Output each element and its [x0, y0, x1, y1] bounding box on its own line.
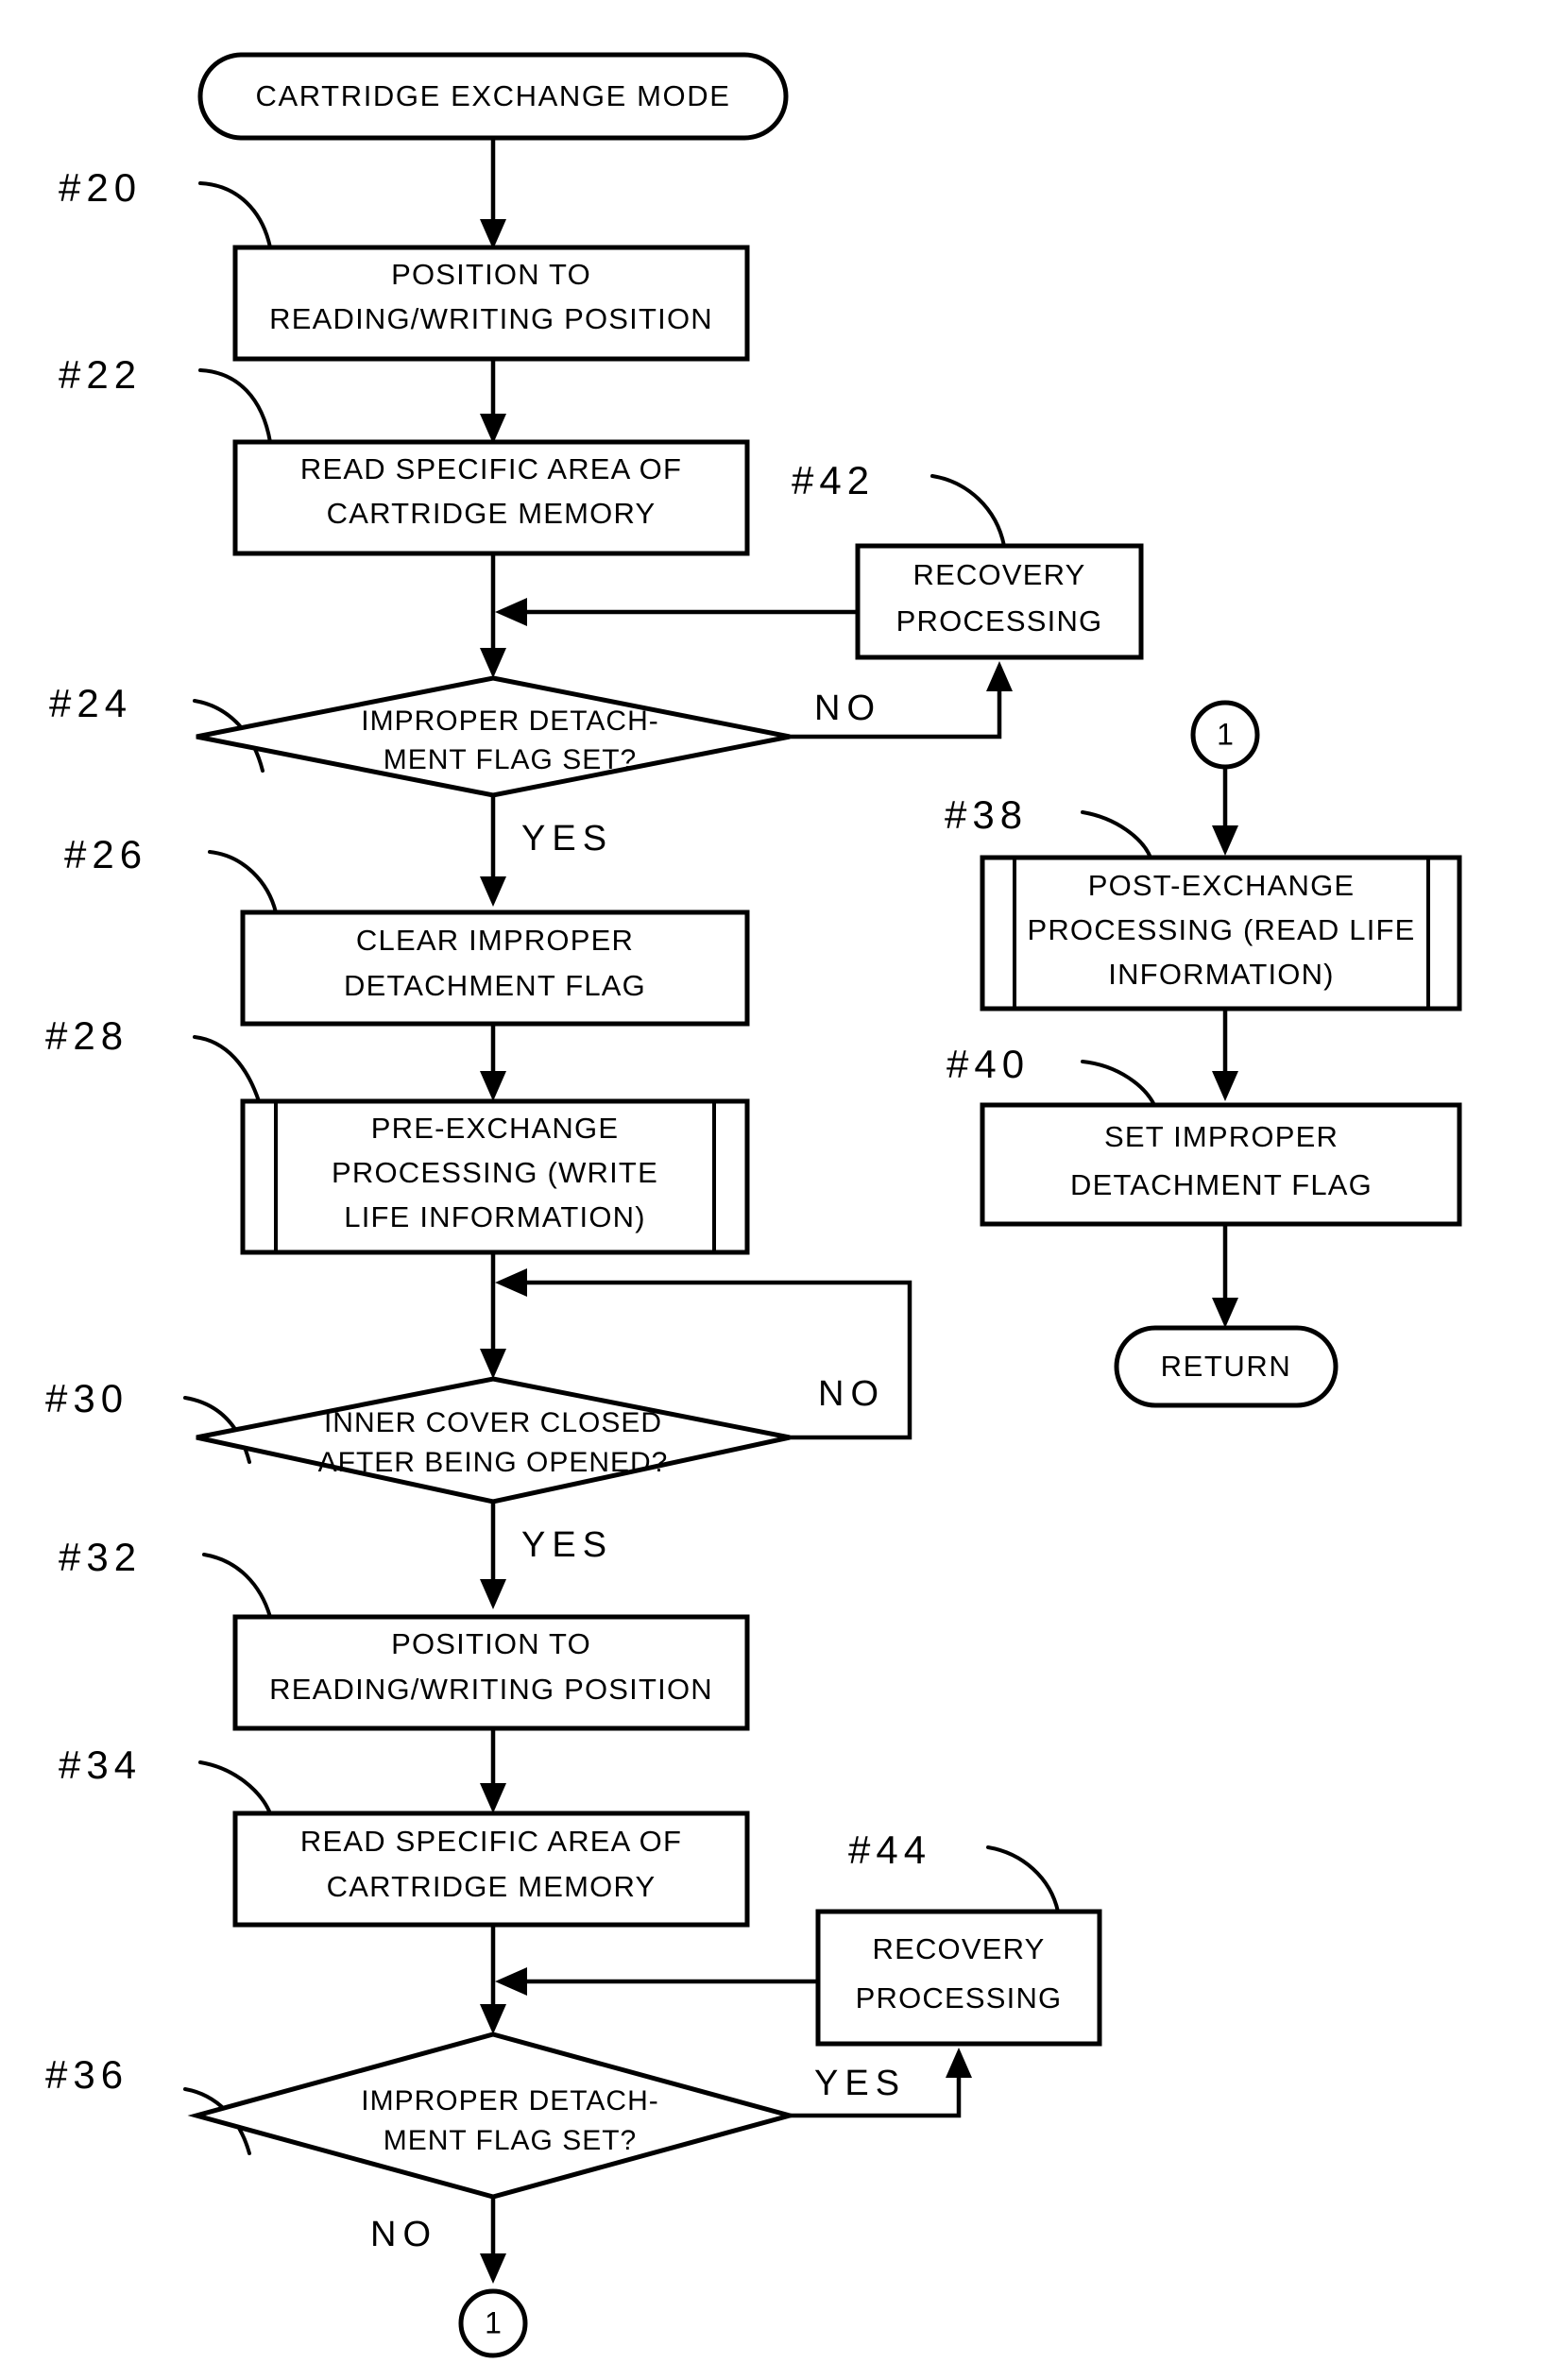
arrow-32-to-34: [480, 1728, 506, 1813]
predefined-process-box-28: PRE-EXCHANGE PROCESSING (WRITE LIFE INFO…: [240, 1098, 750, 1255]
decision-24-line1: IMPROPER DETACH-: [361, 706, 658, 737]
predefined-process-box-38-line1: POST-EXCHANGE: [1088, 869, 1356, 902]
process-box-34-line2: CARTRIDGE MEMORY: [327, 1870, 657, 1903]
process-box-44: RECOVERY PROCESSING: [815, 1909, 1102, 2047]
ref-label-36: #36: [45, 2052, 251, 2155]
arrow-24-yes-to-26: [480, 795, 506, 907]
process-box-42-line2: PROCESSING: [896, 604, 1103, 638]
ref-30-text: #30: [45, 1376, 128, 1420]
ref-24-text: #24: [49, 681, 132, 725]
process-box-34: READ SPECIFIC AREA OF CARTRIDGE MEMORY: [232, 1810, 750, 1928]
process-box-20-line2: READING/WRITING POSITION: [269, 302, 713, 335]
arrow-28-to-30: [480, 1252, 506, 1379]
process-box-20-line1: POSITION TO: [391, 258, 591, 291]
decision-36-line1: IMPROPER DETACH-: [361, 2085, 658, 2116]
branch-label-30-yes: YES: [521, 1525, 613, 1565]
process-box-40-line2: DETACHMENT FLAG: [1070, 1168, 1373, 1201]
predefined-process-box-28-line1: PRE-EXCHANGE: [371, 1112, 619, 1145]
terminal-start-label: CARTRIDGE EXCHANGE MODE: [255, 79, 730, 112]
decision-30-shape: [196, 1376, 791, 1504]
process-box-32-line2: READING/WRITING POSITION: [269, 1673, 713, 1706]
arrow-40-to-return: [1212, 1224, 1238, 1328]
ref-label-40: #40: [947, 1042, 1156, 1107]
decision-30-line2: AFTER BEING OPENED?: [318, 1447, 669, 1478]
process-box-22-line1: READ SPECIFIC AREA OF: [300, 452, 682, 485]
flowchart-diagram: CARTRIDGE EXCHANGE MODE #20 POSITION TO …: [0, 0, 1552, 2380]
ref-40-text: #40: [947, 1042, 1030, 1086]
decision-24: IMPROPER DETACH- MENT FLAG SET?: [196, 675, 791, 798]
process-box-44-shape: [815, 1909, 1102, 2047]
process-box-44-line2: PROCESSING: [856, 1981, 1063, 2014]
process-box-42-line1: RECOVERY: [912, 558, 1085, 591]
ref-44-text: #44: [848, 1828, 931, 1872]
terminal-return-label: RETURN: [1161, 1350, 1292, 1383]
branch-label-36-yes: YES: [814, 2064, 906, 2103]
predefined-process-box-38-line2: PROCESSING (READ LIFE: [1027, 913, 1415, 946]
ref-label-34: #34: [59, 1742, 272, 1815]
ref-label-38: #38: [945, 792, 1152, 859]
predefined-process-box-38: POST-EXCHANGE PROCESSING (READ LIFE INFO…: [980, 855, 1462, 1012]
predefined-process-box-28-line3: LIFE INFORMATION): [344, 1200, 646, 1233]
arrow-38-to-40: [1212, 1009, 1238, 1101]
decision-24-line2: MENT FLAG SET?: [384, 744, 638, 775]
process-box-34-line1: READ SPECIFIC AREA OF: [300, 1825, 682, 1858]
ref-28-text: #28: [45, 1013, 128, 1058]
ref-label-28: #28: [45, 1013, 261, 1103]
ref-label-44: #44: [848, 1828, 1060, 1913]
arrow-26-to-28: [480, 1024, 506, 1101]
process-box-26: CLEAR IMPROPER DETACHMENT FLAG: [240, 910, 750, 1027]
process-box-22-line2: CARTRIDGE MEMORY: [327, 497, 657, 530]
process-box-40: SET IMPROPER DETACHMENT FLAG: [980, 1102, 1462, 1227]
ref-36-text: #36: [45, 2052, 128, 2097]
ref-label-30: #30: [45, 1376, 251, 1464]
branch-label-24-yes: YES: [521, 819, 613, 858]
branch-label-30-no: NO: [818, 1374, 885, 1414]
ref-label-20: #20: [59, 165, 272, 249]
ref-20-text: #20: [59, 165, 142, 210]
ref-34-text: #34: [59, 1742, 142, 1787]
decision-30-line1: INNER COVER CLOSED: [324, 1407, 662, 1438]
off-page-connector-1-bottom-label: 1: [485, 2305, 502, 2339]
predefined-process-box-28-line2: PROCESSING (WRITE: [332, 1156, 658, 1189]
decision-30: INNER COVER CLOSED AFTER BEING OPENED?: [196, 1376, 791, 1504]
branch-label-24-no: NO: [814, 688, 881, 728]
arrow-30-yes-to-32: [480, 1502, 506, 1609]
arrow-36-no-to-connector: [480, 2197, 506, 2284]
ref-42-text: #42: [792, 458, 875, 502]
process-box-32-line1: POSITION TO: [391, 1627, 591, 1660]
arrow-start-to-20: [480, 138, 506, 249]
branch-label-36-no: NO: [370, 2215, 437, 2254]
process-box-22: READ SPECIFIC AREA OF CARTRIDGE MEMORY: [232, 439, 750, 556]
process-box-44-line1: RECOVERY: [872, 1932, 1045, 1965]
ref-label-22: #22: [59, 352, 272, 444]
process-box-26-line2: DETACHMENT FLAG: [344, 969, 646, 1002]
arrow-20-to-22: [480, 359, 506, 444]
off-page-connector-1-bottom: 1: [458, 2288, 528, 2358]
arrow-connector-to-38: [1212, 767, 1238, 856]
off-page-connector-1-top-label: 1: [1217, 717, 1234, 751]
process-box-20: POSITION TO READING/WRITING POSITION: [232, 245, 750, 362]
ref-26-text: #26: [64, 832, 147, 876]
predefined-process-box-38-line3: INFORMATION): [1108, 958, 1334, 991]
ref-38-text: #38: [945, 792, 1028, 837]
terminal-start: CARTRIDGE EXCHANGE MODE: [197, 52, 789, 141]
decision-24-shape: [196, 675, 791, 798]
ref-32-text: #32: [59, 1535, 142, 1579]
decision-36-line2: MENT FLAG SET?: [384, 2125, 638, 2156]
ref-label-32: #32: [59, 1535, 272, 1619]
ref-label-24: #24: [49, 681, 264, 773]
ref-22-text: #22: [59, 352, 142, 397]
flowchart-canvas: CARTRIDGE EXCHANGE MODE #20 POSITION TO …: [45, 52, 1462, 2358]
terminal-return: RETURN: [1114, 1325, 1339, 1408]
process-box-32: POSITION TO READING/WRITING POSITION: [232, 1614, 750, 1731]
decision-36: IMPROPER DETACH- MENT FLAG SET?: [187, 2032, 799, 2200]
ref-label-42: #42: [792, 458, 1006, 548]
arrow-22-to-24: [480, 553, 506, 678]
process-box-26-line1: CLEAR IMPROPER: [356, 924, 634, 957]
ref-label-26: #26: [64, 832, 278, 914]
off-page-connector-1-top: 1: [1190, 700, 1260, 770]
process-box-42: RECOVERY PROCESSING: [855, 543, 1144, 660]
process-box-40-line1: SET IMPROPER: [1104, 1120, 1339, 1153]
